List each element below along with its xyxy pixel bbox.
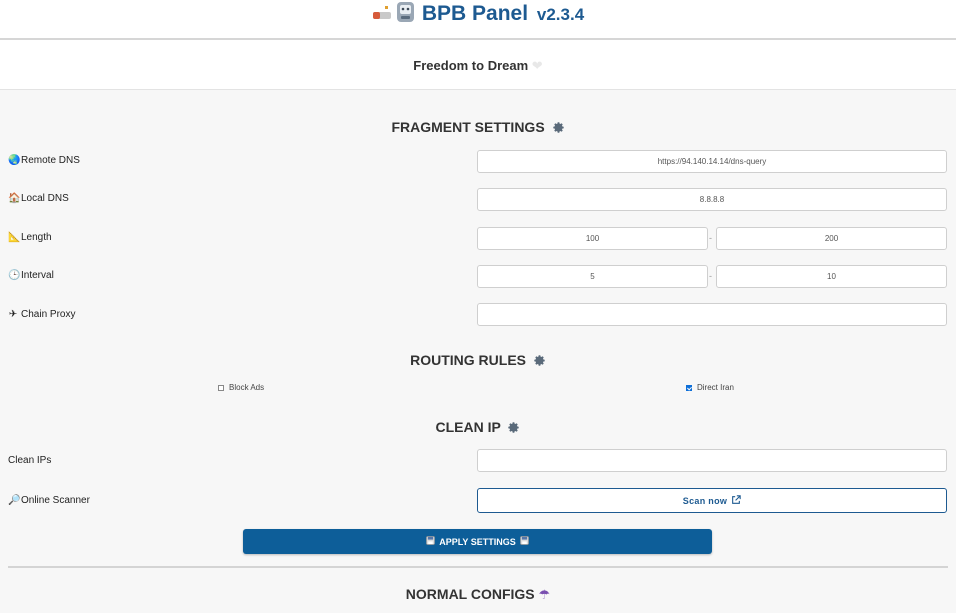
magnifier-icon: 🔎 bbox=[8, 495, 21, 506]
house-icon: 🏠 bbox=[8, 193, 21, 204]
direct-iran-label: Direct Iran bbox=[697, 383, 734, 392]
apply-settings-button[interactable]: APPLY SETTINGS bbox=[243, 529, 712, 554]
length-label: Length bbox=[21, 232, 52, 243]
normal-configs-title: NORMAL CONFIGS ☂ bbox=[0, 586, 956, 603]
apply-settings-label: APPLY SETTINGS bbox=[439, 536, 516, 547]
gear-icon bbox=[507, 421, 520, 437]
fragment-settings-title: FRAGMENT SETTINGS bbox=[0, 119, 956, 137]
scan-now-button[interactable]: Scan now bbox=[477, 488, 947, 513]
section-divider bbox=[8, 566, 948, 568]
app-title: BPB Panel v2.3.4 bbox=[0, 1, 956, 29]
online-scanner-row-label: 🔎 Online Scanner bbox=[8, 495, 90, 506]
chain-proxy-row-label: ✈ Chain Proxy bbox=[8, 309, 76, 320]
header: BPB Panel v2.3.4 bbox=[0, 0, 956, 40]
slogan: Freedom to Dream ❤ bbox=[0, 58, 956, 74]
local-dns-row-label: 🏠 Local DNS bbox=[8, 193, 69, 204]
interval-max-input[interactable]: 10 bbox=[716, 265, 947, 288]
clean-ip-title: CLEAN IP bbox=[0, 419, 956, 437]
block-ads-label: Block Ads bbox=[229, 383, 265, 392]
remote-dns-row-label: 🌏 Remote DNS bbox=[8, 155, 80, 166]
scan-now-label: Scan now bbox=[682, 495, 728, 506]
direct-iran-checkbox[interactable] bbox=[686, 384, 692, 391]
direct-iran-option[interactable]: Direct Iran bbox=[686, 383, 734, 392]
white-heart-icon: ❤ bbox=[531, 58, 543, 73]
clean-ips-row-label: Clean IPs bbox=[8, 455, 51, 466]
clean-ips-label: Clean IPs bbox=[8, 455, 52, 466]
interval-row-label: 🕒 Interval bbox=[8, 270, 54, 281]
floppy-disk-icon bbox=[426, 536, 436, 547]
globe-icon: 🌏 bbox=[8, 155, 21, 166]
slogan-text: Freedom to Dream bbox=[413, 58, 529, 73]
clean-ips-input[interactable] bbox=[477, 449, 947, 472]
block-ads-option[interactable]: Block Ads bbox=[218, 383, 264, 392]
vpn-robot-icon bbox=[372, 1, 416, 29]
app-version: v2.3.4 bbox=[536, 5, 585, 24]
umbrella-icon: ☂ bbox=[538, 587, 551, 602]
local-dns-label: Local DNS bbox=[21, 193, 69, 204]
length-separator: - bbox=[709, 233, 712, 243]
block-ads-checkbox[interactable] bbox=[218, 384, 224, 391]
remote-dns-input[interactable]: https://94.140.14.14/dns-query bbox=[477, 150, 947, 173]
chain-proxy-label: Chain Proxy bbox=[21, 309, 76, 320]
interval-label: Interval bbox=[21, 270, 54, 281]
remote-dns-label: Remote DNS bbox=[21, 155, 80, 166]
chain-proxy-input[interactable] bbox=[477, 303, 947, 326]
clean-ip-label: CLEAN IP bbox=[435, 419, 501, 435]
online-scanner-label: Online Scanner bbox=[21, 495, 90, 506]
fragment-settings-label: FRAGMENT SETTINGS bbox=[391, 119, 545, 135]
interval-min-input[interactable]: 5 bbox=[477, 265, 708, 288]
gear-icon bbox=[552, 121, 565, 137]
slogan-banner: Freedom to Dream ❤ bbox=[0, 40, 956, 90]
routing-rules-title: ROUTING RULES bbox=[0, 352, 956, 370]
gear-icon bbox=[533, 354, 546, 370]
length-max-input[interactable]: 200 bbox=[716, 227, 947, 250]
length-row-label: 📐 Length bbox=[8, 232, 52, 243]
airplane-icon: ✈ bbox=[8, 309, 18, 320]
normal-configs-label: NORMAL CONFIGS bbox=[405, 586, 535, 602]
interval-separator: - bbox=[709, 271, 712, 281]
clock-icon: 🕒 bbox=[8, 270, 21, 281]
length-min-input[interactable]: 100 bbox=[477, 227, 708, 250]
app-name: BPB Panel bbox=[421, 2, 529, 25]
local-dns-input[interactable]: 8.8.8.8 bbox=[477, 188, 947, 211]
triangular-ruler-icon: 📐 bbox=[8, 232, 21, 243]
external-link-icon bbox=[731, 494, 741, 507]
routing-rules-label: ROUTING RULES bbox=[410, 352, 526, 368]
floppy-disk-icon bbox=[519, 536, 529, 547]
